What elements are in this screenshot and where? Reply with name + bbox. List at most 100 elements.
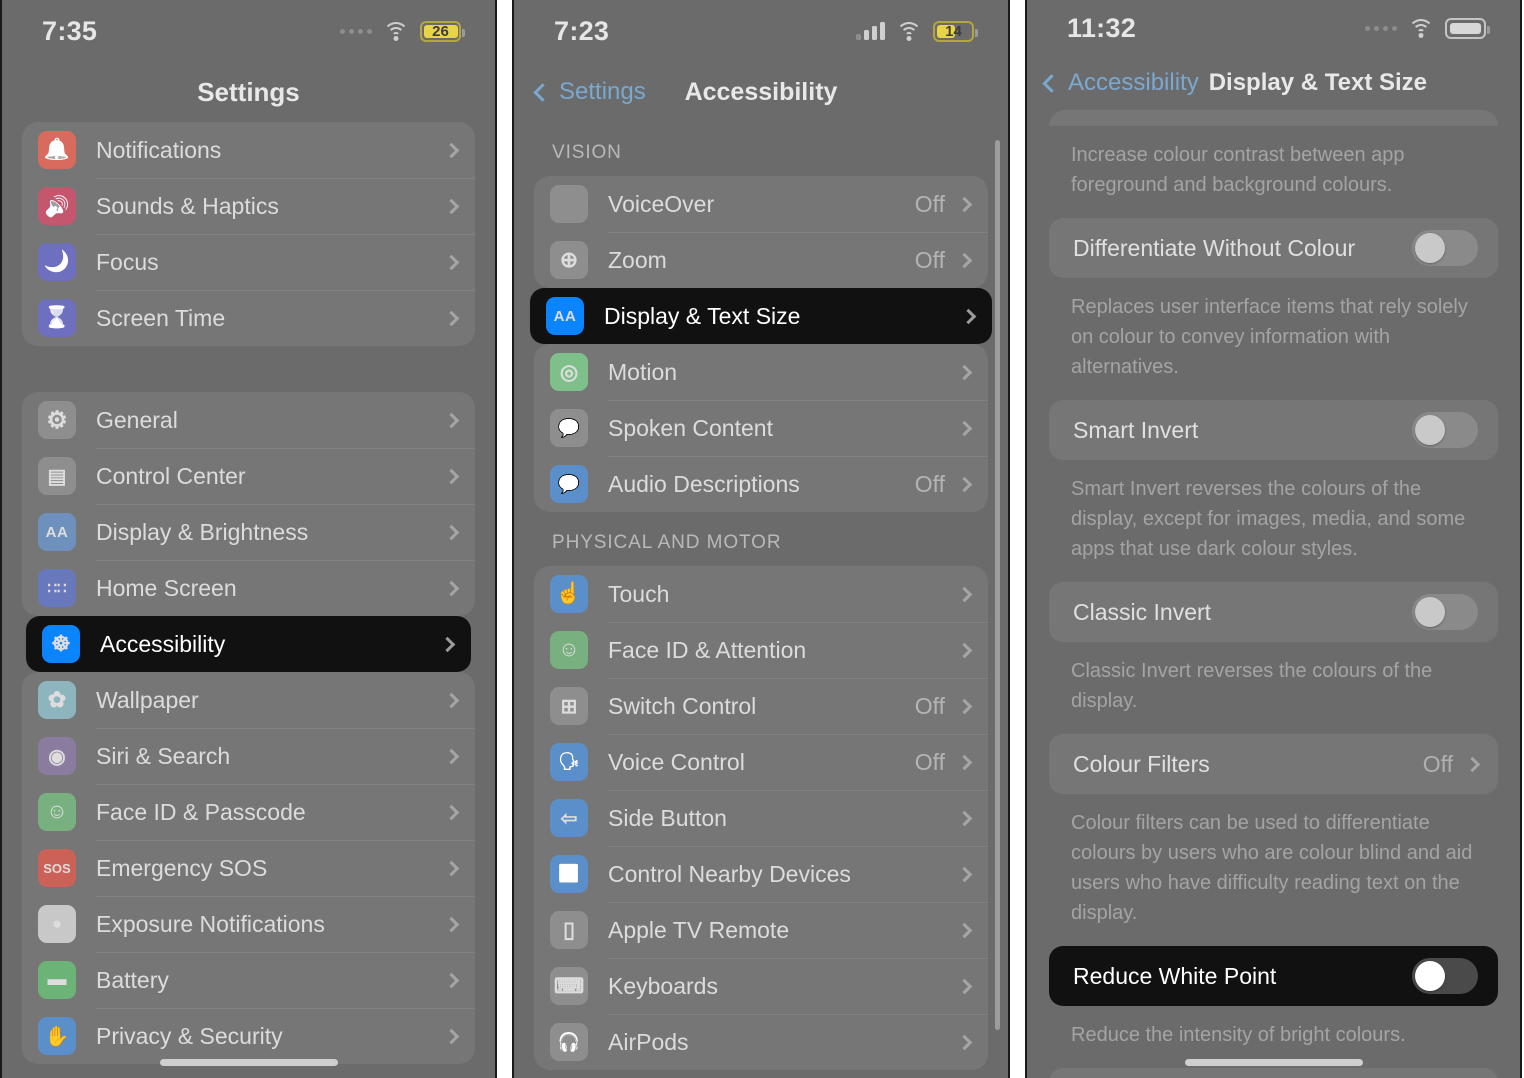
airpods-icon (550, 1023, 588, 1061)
list-item[interactable]: Notifications (22, 122, 475, 178)
list-item[interactable]: Privacy & Security (22, 1008, 475, 1064)
chevron-right-icon (956, 978, 973, 994)
list-item[interactable]: VoiceOver Off (534, 176, 988, 232)
list-item[interactable]: Display & Text Size (530, 288, 992, 344)
list-item[interactable]: Siri & Search (22, 728, 475, 784)
status-icons: 14 (856, 20, 978, 42)
chevron-right-icon (956, 1034, 973, 1050)
list-item[interactable]: Display & Brightness (22, 504, 475, 560)
list-item[interactable]: Voice Control Off (534, 734, 988, 790)
toggle-switch[interactable] (1412, 958, 1478, 994)
home-indicator (159, 1059, 338, 1066)
chevron-right-icon (1464, 756, 1481, 772)
list-item-label: Face ID & Attention (608, 636, 807, 663)
list-item-label: Home Screen (96, 574, 237, 601)
list-item-value: Off (914, 748, 945, 775)
back-label: Settings (559, 78, 646, 105)
list-item[interactable]: Focus (22, 234, 475, 290)
page-title: Display & Text Size (1208, 69, 1427, 96)
description-text: Increase colour contrast between app for… (1071, 144, 1405, 196)
list-item-label: Battery (96, 966, 169, 993)
list-item[interactable]: Sounds & Haptics (22, 178, 475, 234)
setting-toggle-row[interactable]: Smart Invert (1049, 400, 1498, 460)
setting-toggle-row[interactable]: Classic Invert (1049, 582, 1498, 642)
list-item[interactable]: AirPods (534, 1014, 988, 1070)
list-item[interactable]: Emergency SOS (22, 840, 475, 896)
list-item[interactable]: Control Nearby Devices (534, 846, 988, 902)
list-item[interactable]: General (22, 392, 475, 448)
chevron-right-icon (956, 420, 973, 436)
setting-toggle-row[interactable]: Differentiate Without Colour (1049, 218, 1498, 278)
list-item[interactable]: Touch (534, 566, 988, 622)
list-item[interactable]: Audio Descriptions Off (534, 456, 988, 512)
setting-label: Classic Invert (1073, 598, 1212, 625)
chevron-right-icon (956, 642, 973, 658)
setting-label: Colour Filters (1073, 750, 1210, 777)
list-item[interactable]: Motion (534, 344, 988, 400)
setting-label: Differentiate Without Colour (1073, 234, 1356, 261)
cellular-bars-icon (856, 21, 885, 40)
siri-icon (38, 737, 76, 775)
list-item[interactable]: Zoom Off (534, 232, 988, 288)
settings-subgroup: General Control Center Display & Brightnes… (22, 392, 475, 616)
list-item[interactable]: Spoken Content (534, 400, 988, 456)
chevron-right-icon (443, 310, 460, 326)
settings-subgroup: Wallpaper Siri & Search Face ID & Passcode… (22, 672, 475, 1064)
three-panel-screenshot: 7:35 26 Settings Notifications Sounds & H… (0, 0, 1524, 1078)
list-item[interactable]: Battery (22, 952, 475, 1008)
toggle-knob (1415, 233, 1445, 263)
chevron-right-icon (443, 198, 460, 214)
toggle-switch[interactable] (1412, 594, 1478, 630)
description-text: Colour filters can be used to differenti… (1071, 812, 1473, 924)
list-item[interactable]: Face ID & Attention (534, 622, 988, 678)
list-item-label: Accessibility (100, 630, 226, 657)
status-icons (1365, 17, 1490, 39)
list-item[interactable]: Switch Control Off (534, 678, 988, 734)
toggle-knob (1415, 597, 1445, 627)
list-item[interactable]: Keyboards (534, 958, 988, 1014)
setting-label: Reduce White Point (1073, 962, 1277, 989)
battery-level: 14 (945, 22, 962, 40)
list-item[interactable]: Screen Time (22, 290, 475, 346)
list-item-label: Voice Control (608, 748, 745, 775)
moon-icon (38, 243, 76, 281)
setting-toggle-row[interactable]: Reduce White Point (1049, 946, 1498, 1006)
list-item-label: Switch Control (608, 692, 757, 719)
keyboards-icon (550, 967, 588, 1005)
list-item-label: Privacy & Security (96, 1022, 283, 1049)
face-id-attention-icon (550, 631, 588, 669)
setting-toggle-row[interactable]: Auto-Brightness (1049, 1068, 1498, 1078)
chevron-right-icon (443, 1028, 460, 1044)
back-button[interactable]: Accessibility (1042, 69, 1199, 97)
list-item[interactable]: Wallpaper (22, 672, 475, 728)
status-bar-2: 7:23 14 (514, 0, 1008, 62)
chevron-right-icon (443, 412, 460, 428)
list-item[interactable]: Side Button (534, 790, 988, 846)
list-item[interactable]: Accessibility (26, 616, 471, 672)
touch-icon (550, 575, 588, 613)
list-item[interactable]: Exposure Notifications (22, 896, 475, 952)
dots-icon (340, 28, 372, 34)
toggle-switch[interactable] (1412, 230, 1478, 266)
chevron-right-icon (956, 252, 973, 268)
toggle-switch[interactable] (1412, 412, 1478, 448)
hourglass-icon (38, 299, 76, 337)
back-button[interactable]: Settings (533, 78, 646, 106)
status-time: 11:32 (1067, 12, 1137, 43)
chevron-right-icon (956, 754, 973, 770)
setting-link-row[interactable]: Colour Filters Off (1049, 734, 1498, 794)
display-text-size-scroll[interactable]: Increase colour contrast between app for… (1027, 110, 1520, 1078)
accessibility-list-scroll[interactable]: VISION VoiceOver Off Zoom Off Display & Text … (514, 122, 1008, 1078)
list-item[interactable]: Face ID & Passcode (22, 784, 475, 840)
zoom-icon (550, 241, 588, 279)
panel-divider-1 (497, 0, 512, 1078)
list-item-label: Sounds & Haptics (96, 192, 279, 219)
list-item[interactable]: Apple TV Remote (534, 902, 988, 958)
chevron-left-icon (533, 82, 552, 102)
list-item[interactable]: Control Center (22, 448, 475, 504)
settings-list-scroll[interactable]: Notifications Sounds & Haptics Focus Screen… (2, 122, 495, 1078)
chevron-right-icon (443, 804, 460, 820)
list-item-label: Display & Text Size (604, 302, 801, 329)
list-item[interactable]: Home Screen (22, 560, 475, 616)
vertical-scrollbar[interactable] (995, 140, 1000, 1030)
